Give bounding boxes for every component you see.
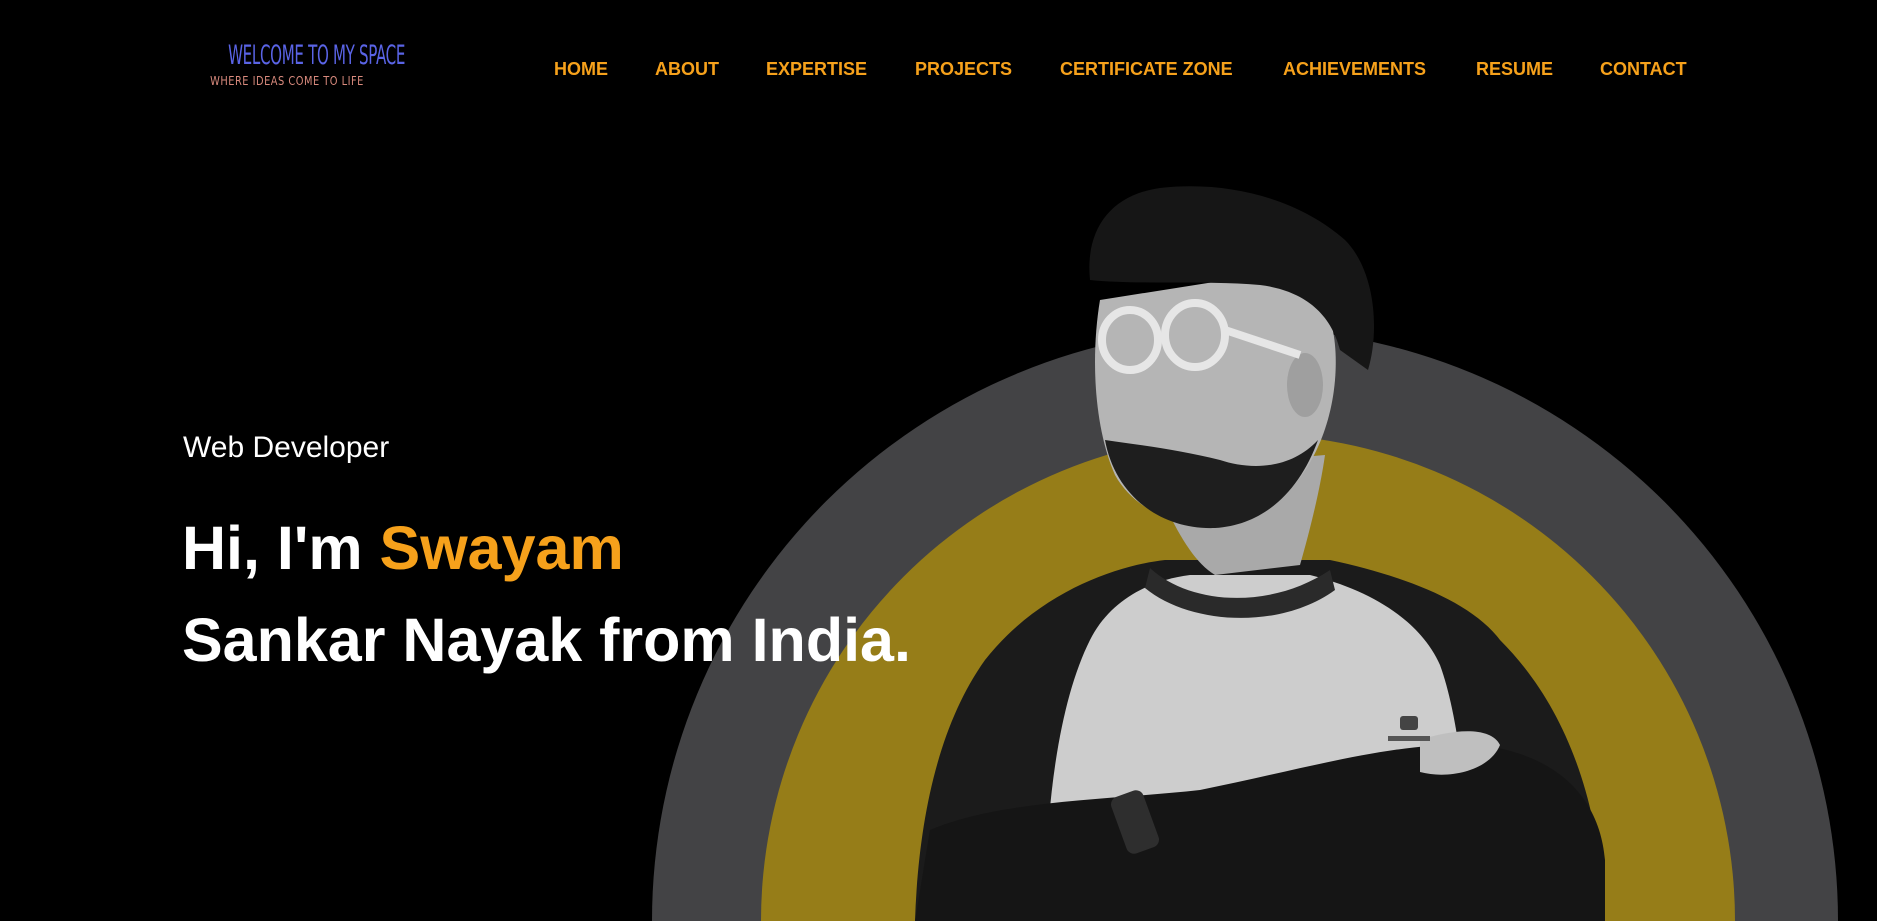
nav-link-certificate-zone[interactable]: CERTIFICATE ZONE [1060, 57, 1233, 81]
hero-greeting: Hi, I'm [182, 514, 380, 582]
nav-link-achievements[interactable]: ACHIEVEMENTS [1283, 57, 1426, 81]
nav-link-contact[interactable]: CONTACT [1600, 57, 1687, 81]
logo-title: WELCOME TO MY SPACE [228, 40, 406, 71]
hero-role: Web Developer [183, 431, 390, 464]
nav-link-about[interactable]: ABOUT [655, 57, 719, 81]
hero-headline-rest: Sankar Nayak from India. [182, 606, 911, 674]
nav-link-home[interactable]: HOME [554, 57, 608, 81]
logo-tagline: WHERE IDEAS COME TO LIFE [210, 74, 364, 88]
hero-first-name: Swayam [379, 514, 624, 582]
nav-link-expertise[interactable]: EXPERTISE [766, 57, 867, 81]
hero-page: WELCOME TO MY SPACE WHERE IDEAS COME TO … [0, 0, 1877, 921]
nav-link-projects[interactable]: PROJECTS [915, 57, 1012, 81]
nav-link-resume[interactable]: RESUME [1476, 57, 1553, 81]
hero-headline: Hi, I'm Swayam Sankar Nayak from India. [182, 502, 911, 686]
site-logo[interactable]: WELCOME TO MY SPACE WHERE IDEAS COME TO … [192, 40, 406, 89]
portrait-ear [1287, 353, 1323, 417]
